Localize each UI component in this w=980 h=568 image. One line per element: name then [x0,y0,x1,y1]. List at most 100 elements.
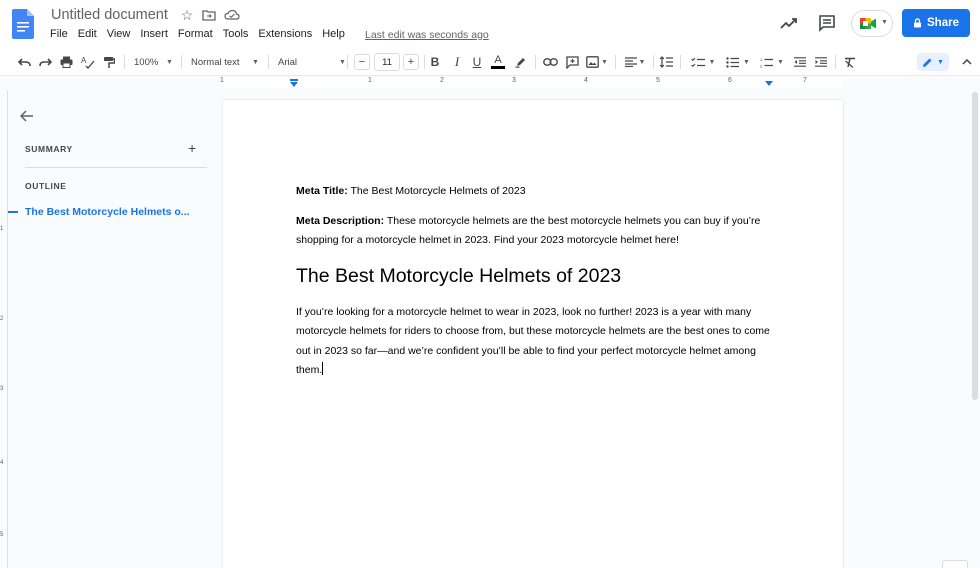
text-color-button[interactable]: A [490,54,506,70]
outline-active-indicator [8,211,18,213]
document-body[interactable]: Meta Title: The Best Motorcycle Helmets … [296,182,771,391]
explore-button[interactable] [942,560,968,568]
add-comment-icon[interactable] [563,54,581,70]
move-folder-icon[interactable] [200,6,218,24]
ruler-number: 1 [0,226,4,232]
chevron-down-icon: ▼ [881,19,888,26]
menu-bar: File Edit View Insert Format Tools Exten… [50,28,355,44]
document-page[interactable]: Meta Title: The Best Motorcycle Helmets … [223,100,843,568]
insert-image-icon[interactable]: ▼ [585,54,609,70]
menu-extensions[interactable]: Extensions [258,28,312,44]
comment-history-icon[interactable] [817,13,837,33]
paragraph-style-select[interactable]: Normal text ▼ [191,54,261,70]
summary-heading: SUMMARY [25,144,73,154]
paint-format-icon[interactable] [101,54,117,70]
editing-mode-button[interactable]: ▼ [917,53,949,71]
menu-tools[interactable]: Tools [223,28,249,44]
toolbar-divider [268,55,269,69]
font-family-value: Arial [278,56,298,68]
decrease-indent-icon[interactable] [792,54,808,70]
close-outline-arrow-icon[interactable] [19,109,34,126]
paragraph-style-value: Normal text [191,56,240,68]
menu-edit[interactable]: Edit [78,28,97,44]
ruler-number: 2 [0,316,4,322]
pencil-icon [923,58,932,67]
menu-help[interactable]: Help [322,28,345,44]
numbered-list-icon[interactable]: 12 ▼ [758,54,786,70]
chevron-down-icon: ▼ [339,58,346,66]
menu-insert[interactable]: Insert [140,28,168,44]
line-spacing-icon[interactable] [658,54,674,70]
formatting-toolbar: A 100% ▼ Normal text ▼ Arial ▼ − 11 + B … [0,48,980,76]
text-color-swatch [491,66,505,69]
chevron-down-icon: ▼ [166,58,173,66]
right-indent-marker[interactable] [764,80,774,87]
document-heading[interactable]: The Best Motorcycle Helmets of 2023 [296,263,771,289]
share-button[interactable]: Share [902,9,970,37]
meta-title-paragraph[interactable]: Meta Title: The Best Motorcycle Helmets … [296,182,771,202]
svg-text:1: 1 [760,57,763,62]
text-color-label: A [494,54,502,66]
ruler-number: 5 [0,532,4,538]
menu-format[interactable]: Format [178,28,213,44]
zoom-value: 100% [134,56,159,68]
left-indent-marker[interactable] [289,79,299,88]
toolbar-divider [347,55,348,69]
activity-trend-icon[interactable] [779,13,799,33]
increase-indent-icon[interactable] [813,54,829,70]
undo-icon[interactable] [16,54,32,70]
docs-logo-icon[interactable] [12,9,34,39]
meet-button[interactable]: ▼ [851,10,893,37]
sidebar-divider [25,167,207,168]
decrease-font-size-button[interactable]: − [354,54,370,70]
highlight-pen-icon[interactable] [513,54,529,70]
toolbar-divider [653,55,654,69]
body-paragraph[interactable]: If you’re looking for a motorcycle helme… [296,303,771,381]
spellcheck-icon[interactable]: A [80,54,96,70]
ruler-number: 4 [584,77,588,84]
vertical-scrollbar[interactable] [970,90,980,568]
italic-button[interactable]: I [450,54,464,70]
ruler-number: 7 [803,77,807,84]
collapse-menus-icon[interactable] [960,54,974,70]
ruler-number: 2 [440,77,444,84]
print-icon[interactable] [58,54,74,70]
bulleted-list-icon[interactable]: ▼ [724,54,752,70]
share-label: Share [927,17,959,29]
star-icon[interactable]: ☆ [178,6,196,24]
insert-link-icon[interactable] [541,54,559,70]
align-left-icon[interactable]: ▼ [623,54,647,70]
font-size-input[interactable]: 11 [374,53,400,71]
meta-title-text: The Best Motorcycle Helmets of 2023 [347,185,526,197]
checklist-icon[interactable]: ▼ [689,54,717,70]
last-edit-link[interactable]: Last edit was seconds ago [365,29,489,41]
scrollbar-thumb[interactable] [972,92,978,400]
underline-button[interactable]: U [470,54,484,70]
vertical-ruler: 1 2 3 4 5 [0,90,8,568]
svg-text:A: A [81,56,87,65]
svg-text:2: 2 [760,63,763,68]
cloud-saved-icon[interactable] [223,6,241,24]
menu-file[interactable]: File [50,28,68,44]
clear-formatting-icon[interactable] [842,54,858,70]
horizontal-ruler: 1 1 2 3 4 5 6 7 [0,76,980,90]
document-title[interactable]: Untitled document [51,7,168,23]
chevron-down-icon: ▼ [937,58,944,66]
menu-view[interactable]: View [107,28,131,44]
outline-item[interactable]: The Best Motorcycle Helmets o... [25,206,200,218]
meta-description-paragraph[interactable]: Meta Description: These motorcycle helme… [296,212,771,251]
bold-button[interactable]: B [428,54,442,70]
ruler-number: 3 [512,77,516,84]
toolbar-divider [181,55,182,69]
ruler-number: 1 [220,77,224,84]
zoom-select[interactable]: 100% ▼ [134,54,174,70]
toolbar-divider [615,55,616,69]
ruler-number: 6 [728,77,732,84]
ruler-number: 5 [656,77,660,84]
add-summary-button[interactable]: + [188,140,196,156]
redo-icon[interactable] [37,54,53,70]
toolbar-divider [680,55,681,69]
text-cursor [322,362,324,375]
increase-font-size-button[interactable]: + [403,54,419,70]
font-family-select[interactable]: Arial ▼ [278,54,348,70]
